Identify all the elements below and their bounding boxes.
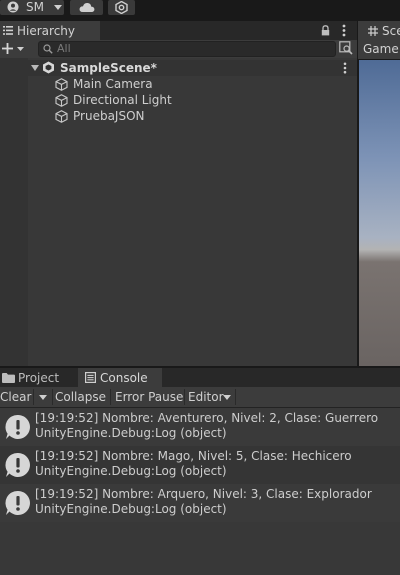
search-by-type-icon[interactable]: [339, 41, 353, 55]
more-options-icon[interactable]: [342, 24, 346, 37]
toolbar-divider: [52, 389, 53, 405]
gameobject-cube-icon: [55, 110, 68, 123]
chevron-down-icon: [54, 5, 62, 10]
tree-item-main-camera[interactable]: Main Camera: [30, 76, 350, 92]
cloud-button[interactable]: [70, 0, 103, 15]
tab-project[interactable]: Project: [0, 368, 76, 387]
folder-icon: [2, 373, 15, 383]
services-icon: [115, 1, 128, 14]
search-icon: [43, 44, 53, 54]
gameobject-cube-icon: [55, 94, 68, 107]
tree-item-label: Directional Light: [73, 93, 172, 107]
toolbar-divider: [33, 389, 34, 405]
tab-hierarchy[interactable]: Hierarchy: [0, 21, 100, 40]
tab-console[interactable]: Console: [78, 368, 162, 387]
toolbar-divider: [110, 389, 111, 405]
game-view-bar[interactable]: Game: [358, 40, 400, 59]
gameobject-cube-icon: [55, 78, 68, 91]
tree-gutter: [0, 58, 28, 366]
log-entry[interactable]: [19:19:52] Nombre: Aventurero, Nivel: 2,…: [0, 408, 400, 446]
tab-scene[interactable]: Sce: [358, 21, 400, 40]
lock-icon[interactable]: [321, 25, 330, 36]
expand-arrow-icon[interactable]: [31, 65, 39, 71]
toolbar-divider: [235, 389, 236, 405]
chevron-down-icon[interactable]: [17, 47, 24, 51]
scene-viewport[interactable]: [359, 60, 400, 366]
tree-item-label: PruebaJSON: [73, 109, 145, 123]
main-toolbar: SM: [0, 0, 400, 16]
account-icon: [7, 1, 19, 13]
collab-button[interactable]: [108, 0, 135, 15]
clear-options-chevron-icon[interactable]: [39, 395, 47, 400]
info-icon: [5, 490, 30, 515]
log-message: [19:19:52] Nombre: Aventurero, Nivel: 2,…: [35, 411, 379, 425]
log-message: [19:19:52] Nombre: Mago, Nivel: 5, Clase…: [35, 449, 352, 463]
hierarchy-search-input[interactable]: All: [38, 41, 336, 57]
chevron-down-icon[interactable]: [223, 395, 231, 400]
scene-more-options-icon[interactable]: [343, 62, 347, 74]
error-pause-button[interactable]: Error Pause: [115, 387, 183, 407]
tree-item-pruebajson[interactable]: PruebaJSON: [30, 108, 350, 124]
tree-item-label: Main Camera: [73, 77, 153, 91]
log-entry[interactable]: [19:19:52] Nombre: Arquero, Nivel: 3, Cl…: [0, 484, 400, 522]
log-stacktrace: UnityEngine.Debug:Log (object): [35, 464, 227, 478]
game-label: Game: [363, 42, 399, 56]
info-icon: [5, 452, 30, 477]
log-stacktrace: UnityEngine.Debug:Log (object): [35, 426, 227, 440]
account-label: SM: [26, 0, 44, 14]
toolbar-divider: [184, 389, 185, 405]
console-icon: [85, 372, 96, 383]
grid-icon: [368, 26, 378, 36]
console-tab-label: Console: [100, 371, 148, 385]
hierarchy-tab-label: Hierarchy: [17, 24, 76, 38]
unity-scene-icon: [43, 61, 54, 74]
clear-button[interactable]: Clear: [0, 387, 31, 407]
cloud-icon: [79, 2, 95, 12]
account-dropdown[interactable]: SM: [0, 0, 64, 15]
info-icon: [5, 414, 30, 439]
scene-tab-label: Sce: [382, 24, 400, 38]
log-stacktrace: UnityEngine.Debug:Log (object): [35, 502, 227, 516]
editor-dropdown[interactable]: Editor: [188, 387, 224, 407]
log-message: [19:19:52] Nombre: Arquero, Nivel: 3, Cl…: [35, 487, 372, 501]
search-placeholder: All: [57, 42, 71, 55]
scene-name: SampleScene*: [60, 61, 157, 75]
console-toolbar: Clear Collapse Error Pause Editor: [0, 387, 400, 408]
collapse-button[interactable]: Collapse: [55, 387, 106, 407]
tree-item-directional-light[interactable]: Directional Light: [30, 92, 350, 108]
add-icon[interactable]: [2, 43, 13, 54]
list-icon: [3, 26, 13, 35]
log-entry[interactable]: [19:19:52] Nombre: Mago, Nivel: 5, Clase…: [0, 446, 400, 484]
project-tab-label: Project: [18, 371, 60, 385]
console-log-list: [19:19:52] Nombre: Aventurero, Nivel: 2,…: [0, 408, 400, 575]
scene-row[interactable]: SampleScene*: [0, 60, 357, 76]
